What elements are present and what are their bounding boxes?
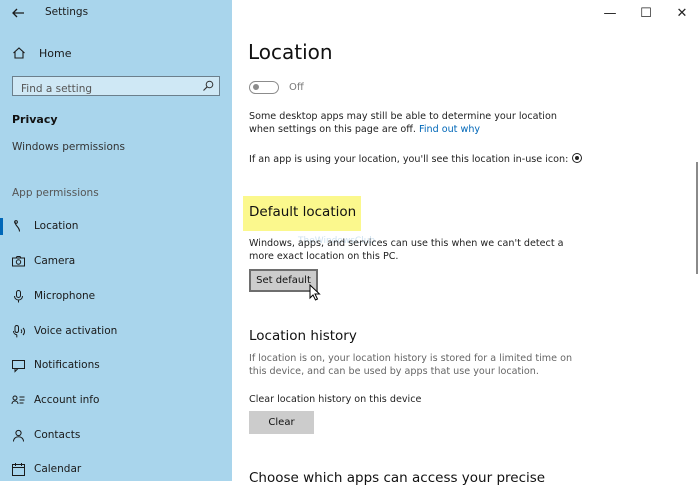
microphone-icon xyxy=(14,290,23,303)
back-arrow-icon[interactable] xyxy=(10,5,26,21)
location-icon xyxy=(14,220,21,232)
sidebar-item-calendar[interactable]: Calendar xyxy=(0,458,232,481)
minimize-button[interactable]: — xyxy=(592,0,628,26)
location-toggle[interactable] xyxy=(249,81,279,94)
search-icon[interactable] xyxy=(202,80,214,92)
sidebar-item-label: Calendar xyxy=(34,463,82,475)
app-title: Settings xyxy=(45,6,89,18)
sidebar-item-account-info[interactable]: Account info xyxy=(0,389,232,413)
app-permissions-heading: App permissions xyxy=(12,187,99,199)
home-icon xyxy=(13,47,25,59)
sidebar-item-label: Account info xyxy=(34,394,100,406)
sidebar-item-camera[interactable]: Camera xyxy=(0,250,232,274)
search-box[interactable] xyxy=(12,76,220,98)
location-history-description: If location is on, your location history… xyxy=(249,353,573,377)
sidebar-item-label: Microphone xyxy=(34,290,96,302)
sidebar-item-label: Contacts xyxy=(34,429,81,441)
camera-icon xyxy=(12,256,25,267)
main-content: — ☐ ✕ Location Off Some desktop apps may… xyxy=(232,0,700,486)
clear-history-label: Clear location history on this device xyxy=(249,394,422,405)
calendar-icon xyxy=(12,463,25,476)
scrollbar[interactable] xyxy=(696,162,698,274)
search-input[interactable] xyxy=(13,80,201,98)
voice-activation-icon xyxy=(13,325,25,338)
sidebar-item-label: Location xyxy=(34,220,79,232)
default-location-heading: Default location xyxy=(249,204,357,220)
notifications-icon xyxy=(12,360,25,373)
sidebar-item-label: Voice activation xyxy=(34,325,118,337)
sidebar-item-microphone[interactable]: Microphone xyxy=(0,285,232,309)
home-nav-item[interactable]: Home xyxy=(12,44,71,62)
sidebar: Settings Home Privacy Windows permission… xyxy=(0,0,232,481)
find-out-why-link[interactable]: Find out why xyxy=(419,124,480,135)
window-controls: — ☐ ✕ xyxy=(592,0,700,26)
toggle-state-label: Off xyxy=(289,82,304,93)
sidebar-item-contacts[interactable]: Contacts xyxy=(0,424,232,448)
close-button[interactable]: ✕ xyxy=(664,0,700,26)
category-heading: Privacy xyxy=(12,113,58,126)
sidebar-item-voice-activation[interactable]: Voice activation xyxy=(0,320,232,344)
mouse-cursor-icon xyxy=(309,284,321,301)
clear-button[interactable]: Clear xyxy=(249,411,314,434)
sidebar-item-label: Notifications xyxy=(34,359,100,371)
desktop-apps-text: Some desktop apps may still be able to d… xyxy=(249,111,557,135)
in-use-note: If an app is using your location, you'll… xyxy=(249,153,589,166)
maximize-icon: ☐ xyxy=(640,5,652,21)
location-in-use-icon xyxy=(572,153,583,163)
in-use-text: If an app is using your location, you'll… xyxy=(249,154,569,165)
home-label: Home xyxy=(39,46,72,60)
sidebar-item-location[interactable]: Location xyxy=(0,215,232,239)
page-title: Location xyxy=(248,40,333,64)
desktop-apps-note: Some desktop apps may still be able to d… xyxy=(249,110,579,136)
toggle-knob xyxy=(253,84,259,90)
titlebar-left: Settings xyxy=(0,0,232,26)
location-history-heading: Location history xyxy=(249,328,357,344)
close-icon: ✕ xyxy=(676,5,688,21)
set-default-button[interactable]: Set default xyxy=(249,269,318,292)
sidebar-item-label: Camera xyxy=(34,255,76,267)
windows-permissions-heading: Windows permissions xyxy=(12,141,126,153)
minimize-icon: — xyxy=(603,5,617,21)
sidebar-item-notifications[interactable]: Notifications xyxy=(0,354,232,378)
maximize-button[interactable]: ☐ xyxy=(628,0,664,26)
contacts-icon xyxy=(13,429,24,442)
account-info-icon xyxy=(11,395,25,405)
app-access-heading: Choose which apps can access your precis… xyxy=(249,470,546,486)
default-location-description: Windows, apps, and services can use this… xyxy=(249,238,564,262)
